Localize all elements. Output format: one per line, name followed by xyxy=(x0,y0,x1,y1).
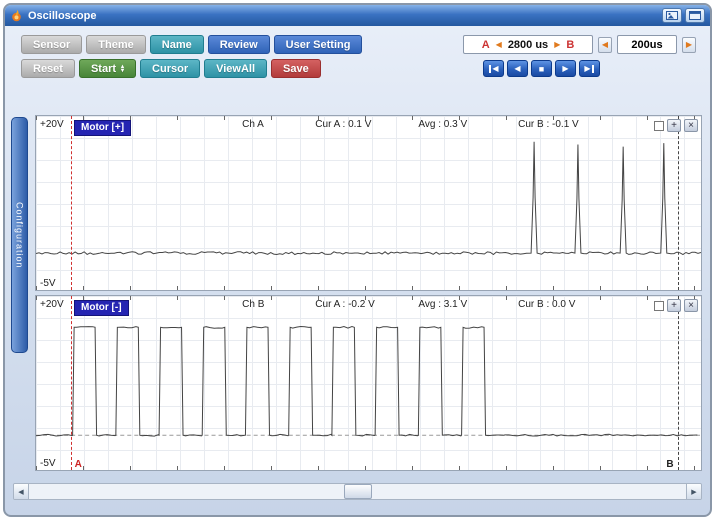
cursor-a-value: Cur A : 0.1 V xyxy=(315,119,371,130)
channel-name-badge[interactable]: Motor [+] xyxy=(74,120,131,136)
vmin-label: -5V xyxy=(40,278,56,289)
vmin-label: -5V xyxy=(40,458,56,469)
scope-panel-chb: +20V Motor [-] Ch B Cur A : -0.2 V Avg :… xyxy=(35,295,702,471)
panel-close-button[interactable]: × xyxy=(684,119,698,132)
scrollbar-track[interactable] xyxy=(29,484,686,499)
window-button[interactable] xyxy=(685,8,705,23)
panel-controls: + × xyxy=(654,299,698,312)
start-button[interactable]: Start▴▾ xyxy=(79,59,136,78)
image-icon xyxy=(666,11,678,20)
toolbar-row-2: ResetStart▴▾CursorViewAllSave xyxy=(21,59,362,78)
scroll-left-arrow-icon[interactable]: ◀ xyxy=(14,484,29,499)
stop-button[interactable]: ■ xyxy=(531,60,552,77)
horizontal-scrollbar[interactable]: ◀ ▶ xyxy=(13,483,702,500)
waveform-cha xyxy=(36,116,701,290)
toolbar: SensorThemeNameReviewUser Setting ResetS… xyxy=(5,26,710,115)
timebase-display: 200us xyxy=(617,35,677,54)
scope-panel-cha: +20V Motor [+] Ch A Cur A : 0.1 V Avg : … xyxy=(35,115,702,291)
panel-close-button[interactable]: × xyxy=(684,299,698,312)
panel-expand-button[interactable]: + xyxy=(667,119,681,132)
channel-label: Ch B xyxy=(242,299,264,310)
name-button[interactable]: Name xyxy=(150,35,204,54)
window-title: Oscilloscope xyxy=(28,10,659,22)
panel-checkbox[interactable] xyxy=(654,301,664,311)
cursor-b-line[interactable] xyxy=(678,296,679,470)
cursor-b-marker[interactable]: B xyxy=(666,459,673,470)
screenshot: Oscilloscope SensorTheme NameReviewUser S… xyxy=(0,0,715,520)
titlebar: Oscilloscope xyxy=(5,5,710,26)
tick-marks xyxy=(36,286,701,290)
panel-expand-button[interactable]: + xyxy=(667,299,681,312)
cursor-a-line[interactable] xyxy=(71,296,72,470)
cursor-b-value: Cur B : -0.1 V xyxy=(518,119,579,130)
cursor-interval-display: A ◀ 2800 us ▶ B xyxy=(463,35,593,54)
channel-name-badge[interactable]: Motor [-] xyxy=(74,300,129,316)
toolbar-row-1: SensorTheme NameReviewUser Setting xyxy=(21,35,362,54)
configuration-tab[interactable]: Configuration xyxy=(11,117,28,353)
cursor-button[interactable]: Cursor xyxy=(140,59,200,78)
timebase-next-button[interactable]: ▶ xyxy=(682,37,696,53)
app-icon xyxy=(10,9,23,22)
sensor-button[interactable]: Sensor xyxy=(21,35,82,54)
average-value: Avg : 3.1 V xyxy=(418,299,467,310)
cursor-interval-value: 2800 us xyxy=(508,39,548,51)
cursor-a-line[interactable] xyxy=(71,116,72,290)
marker-b-label: B xyxy=(566,39,574,51)
user-setting-button[interactable]: User Setting xyxy=(274,35,363,54)
interval-left-arrow-icon[interactable]: ◀ xyxy=(496,40,502,49)
cursor-a-value: Cur A : -0.2 V xyxy=(315,299,374,310)
average-value: Avg : 0.3 V xyxy=(418,119,467,130)
cursor-a-marker[interactable]: A xyxy=(75,459,82,470)
theme-button[interactable]: Theme xyxy=(86,35,145,54)
timebase-prev-button[interactable]: ◀ xyxy=(598,37,612,53)
oscilloscope-window: Oscilloscope SensorTheme NameReviewUser S… xyxy=(3,3,712,517)
scope-area: Configuration +20V Motor [+] Ch A Cur A … xyxy=(35,115,702,471)
step-back-button[interactable]: ◀ xyxy=(507,60,528,77)
reset-button[interactable]: Reset xyxy=(21,59,75,78)
review-button[interactable]: Review xyxy=(208,35,270,54)
scrollbar-thumb[interactable] xyxy=(344,484,372,499)
cursor-b-line[interactable] xyxy=(678,116,679,290)
step-forward-button[interactable]: ▶ xyxy=(555,60,576,77)
vmax-label: +20V xyxy=(40,299,64,310)
viewall-button[interactable]: ViewAll xyxy=(204,59,267,78)
time-controls: A ◀ 2800 us ▶ B ◀ 200us ▶ ◀◀■▶▶ xyxy=(463,35,696,77)
skip-to-end-button[interactable]: ▶ xyxy=(579,60,600,77)
scroll-right-arrow-icon[interactable]: ▶ xyxy=(686,484,701,499)
spinner-arrows-icon[interactable]: ▴▾ xyxy=(121,65,124,73)
save-button[interactable]: Save xyxy=(271,59,321,78)
panel-controls: + × xyxy=(654,119,698,132)
waveform-chb xyxy=(36,296,701,470)
marker-a-label: A xyxy=(482,39,490,51)
channel-label: Ch A xyxy=(242,119,264,130)
window-icon xyxy=(689,11,701,20)
playback-controls: ◀◀■▶▶ xyxy=(483,60,600,77)
interval-right-arrow-icon[interactable]: ▶ xyxy=(554,40,560,49)
tick-marks xyxy=(36,466,701,470)
panel-checkbox[interactable] xyxy=(654,121,664,131)
skip-to-start-button[interactable]: ◀ xyxy=(483,60,504,77)
image-button[interactable] xyxy=(662,8,682,23)
vmax-label: +20V xyxy=(40,119,64,130)
time-row: A ◀ 2800 us ▶ B ◀ 200us ▶ xyxy=(463,35,696,54)
cursor-b-value: Cur B : 0.0 V xyxy=(518,299,575,310)
toolbar-rows: SensorThemeNameReviewUser Setting ResetS… xyxy=(21,35,362,78)
